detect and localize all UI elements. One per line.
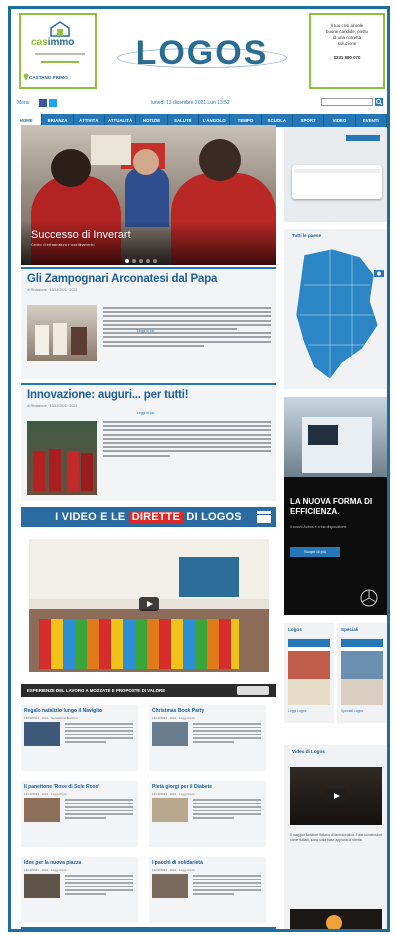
news-card-meta: 13/12/2021 · 2021 · Leggi di più <box>24 792 67 796</box>
news-card-excerpt <box>193 723 261 745</box>
truck-ad-headline: LA NUOVA FORMA DI EFFICIENZA. <box>290 497 373 516</box>
article-2-read-more[interactable]: Leggi di più <box>137 411 154 415</box>
speciali-cover[interactable] <box>341 639 383 705</box>
hero-title[interactable]: Successo di Inverart <box>31 229 131 241</box>
sidebar-video-text: Il maggior fornitore italiano di farmace… <box>290 833 382 842</box>
sidebar-map-box: Tutti le paese <box>284 229 387 389</box>
news-card-image[interactable] <box>152 798 188 822</box>
sidebar-truck-ad[interactable]: LA NUOVA FORMA DI EFFICIENZA. Il nuovo A… <box>284 397 387 615</box>
news-card-excerpt <box>193 799 261 821</box>
news-card-title[interactable]: Il panettone 'Rose di Sole Rose' <box>24 784 99 790</box>
video-box-title: Video di Logos <box>292 749 325 754</box>
camera-icon[interactable] <box>374 269 384 277</box>
news-card-image[interactable] <box>152 874 188 898</box>
article-1-title[interactable]: Gli Zampognari Arconatesi dal Papa <box>27 273 217 285</box>
news-card[interactable]: Idee per la nuova piazza 13/12/2021 · 202… <box>21 857 138 923</box>
news-card-excerpt <box>65 799 133 821</box>
news-card-image[interactable] <box>152 722 188 746</box>
nav-item-video[interactable]: VIDEO <box>324 114 356 127</box>
news-card-image[interactable] <box>24 722 60 746</box>
nav-item-eventi[interactable]: EVENTI <box>356 114 387 127</box>
left-ad-brand: casimmo <box>31 37 75 48</box>
page-frame: casimmo CASTANO PRIMO LOGOS Il tuo crisi… <box>8 6 390 932</box>
news-card-excerpt <box>65 723 133 745</box>
logos-cover[interactable] <box>288 639 330 705</box>
news-card-title[interactable]: Pietà giorgi per il Diabete <box>152 784 212 790</box>
news-card-excerpt <box>65 875 133 897</box>
top-bar: Menu lunedì 13 dicembre 2021 Lun 13:52 <box>11 97 387 113</box>
article-2-title[interactable]: Innovazione: auguri... per tutti! <box>27 389 189 401</box>
truck-ad-button[interactable]: Scopri di più <box>290 547 340 557</box>
left-header-ad[interactable]: casimmo CASTANO PRIMO <box>19 13 97 89</box>
menu-link[interactable]: Menu <box>17 100 30 106</box>
news-card-meta: 13/12/2021 · 2021 · Leggi di più <box>24 868 67 872</box>
clapperboard-icon <box>257 511 271 523</box>
video-caption-bar: ESPERIENZE DEL LAVORO A MOZZATE E PROPOS… <box>21 684 276 697</box>
right-ad-phone: 0331 880 070 <box>333 55 361 60</box>
sidebar-logos-box: Logos Leggi Logos <box>284 623 334 723</box>
news-card-excerpt <box>193 875 261 897</box>
article-2-meta: di Redazione · 13/12/2021 · 2021 <box>27 404 78 408</box>
sidebar-ad-top[interactable] <box>284 127 387 222</box>
news-card-title[interactable]: Christmas Book Party <box>152 708 204 714</box>
news-card-image[interactable] <box>24 798 60 822</box>
truck-ad-sub: Il nuovo Actros è a tua disposizione. <box>290 525 348 529</box>
social-icons[interactable] <box>39 99 63 107</box>
news-card-image[interactable] <box>24 874 60 898</box>
video-banner-text-1: I VIDEO E LE <box>55 511 126 523</box>
news-card[interactable]: I pacchi di solidarietà 13/12/2021 · 2021… <box>149 857 266 923</box>
house-logo-icon <box>50 21 70 37</box>
current-date: lunedì 13 dicembre 2021 Lun 13:52 <box>151 100 230 106</box>
brand-star-icon <box>360 589 378 607</box>
location-pin-icon <box>23 73 29 81</box>
search-icon[interactable] <box>375 98 383 106</box>
news-card-title[interactable]: Idee per la nuova piazza <box>24 860 81 866</box>
article-1-read-more[interactable]: Leggi di più <box>137 329 154 333</box>
video-banner-text-2: DI LOGOS <box>186 511 242 523</box>
sidebar-video-play-icon[interactable] <box>326 789 346 803</box>
slider-dots[interactable] <box>125 259 157 263</box>
right-ad-line4: soluzione <box>337 41 357 46</box>
article-card-2: Innovazione: auguri... per tutti! di Red… <box>21 383 276 501</box>
news-card[interactable]: Christmas Book Party 13/12/2021 · 2021 · … <box>149 705 266 771</box>
video-caption: ESPERIENZE DEL LAVORO A MOZZATE E PROPOS… <box>27 688 166 693</box>
video-banner[interactable]: I VIDEO E LE DIRETTE DI LOGOS <box>21 507 276 527</box>
article-card-1: Gli Zampognari Arconatesi dal Papa di Re… <box>21 267 276 379</box>
article-2-image[interactable] <box>27 421 97 495</box>
article-1-meta: di Redazione · 13/12/2021 · 2021 <box>27 288 78 292</box>
province-map[interactable] <box>290 245 382 383</box>
bottom-banner[interactable] <box>21 927 276 929</box>
map-box-title: Tutti le paese <box>292 233 322 238</box>
sidebar-video-thumb[interactable] <box>290 767 382 825</box>
news-card-title[interactable]: I pacchi di solidarietà <box>152 860 203 866</box>
news-card-meta: 13/12/2021 · 2021 · Leggi di più <box>152 868 195 872</box>
news-card[interactable]: Regalo natalizio lungo il Naviglio 13/12/… <box>21 705 138 771</box>
left-ad-tagline: CASTANO PRIMO <box>29 75 68 80</box>
video-banner-highlight: DIRETTE <box>128 511 184 523</box>
news-card[interactable]: Il panettone 'Rose di Sole Rose' 13/12/20… <box>21 781 138 847</box>
speciali-caption[interactable]: Speciali Logos <box>341 709 363 713</box>
video-player[interactable] <box>29 539 269 672</box>
news-card-meta: 13/12/2021 · 2021 · Sebastiano Buzzoni <box>24 716 78 720</box>
news-card-meta: 13/12/2021 · 2021 · Leggi di più <box>152 716 195 720</box>
nav-item-sport[interactable]: SPORT <box>293 114 325 127</box>
sidebar-speciali-box: Speciali Speciali Logos <box>337 623 387 723</box>
article-1-image[interactable] <box>27 305 97 361</box>
news-card[interactable]: Pietà giorgi per il Diabete 13/12/2021 · … <box>149 781 266 847</box>
video-play-icon[interactable] <box>139 597 159 611</box>
logos-caption[interactable]: Leggi Logos <box>288 709 306 713</box>
logos-box-title: Logos <box>288 627 302 632</box>
hero-caption: Centro di infrastruttura e coordinamento <box>31 243 95 247</box>
speciali-box-title: Speciali <box>341 627 359 632</box>
news-card-title[interactable]: Regalo natalizio lungo il Naviglio <box>24 708 102 714</box>
news-card-meta: 13/12/2021 · 2021 · Leggi di più <box>152 792 195 796</box>
right-header-ad[interactable]: Il tuo crisi al sole buone candide, post… <box>309 13 385 89</box>
search-input[interactable] <box>321 98 373 106</box>
sidebar-video-box: Video di Logos Il maggior fornitore ital… <box>284 745 387 929</box>
logos-logo[interactable]: LOGOS <box>107 34 297 80</box>
hero-slider[interactable]: Successo di Inverart Centro di infrastru… <box>21 125 276 265</box>
